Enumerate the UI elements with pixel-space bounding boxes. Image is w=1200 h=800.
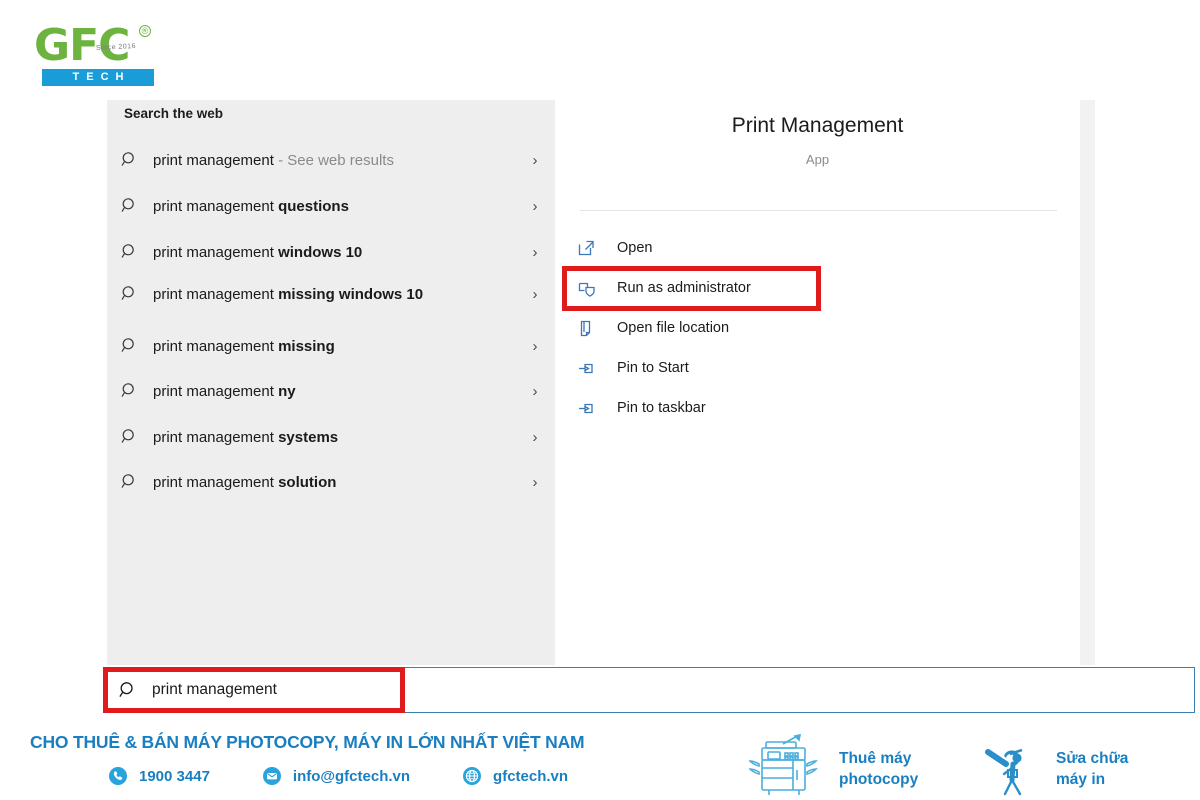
pin-icon: [555, 359, 617, 378]
footer-headline: CHO THUÊ & BÁN MÁY PHOTOCOPY, MÁY IN LỚN…: [30, 732, 585, 752]
search-result-prefix: print management: [153, 428, 279, 446]
divider: [580, 210, 1057, 211]
taskbar-search-box[interactable]: print management: [103, 667, 1195, 713]
app-action-open-file-location[interactable]: Open file location: [555, 308, 1080, 348]
search-result-label: print management windows 10: [153, 242, 515, 263]
phone-icon: [108, 766, 128, 786]
search-icon: [107, 243, 153, 261]
search-result-item[interactable]: print management windows 10 ›: [107, 232, 555, 272]
app-action-label: Pin to taskbar: [617, 400, 706, 416]
app-preview-panel: Print Management App Open Run as administ…: [555, 100, 1080, 665]
search-result-label: print management - See web results: [153, 150, 515, 171]
app-action-pin-to-start[interactable]: Pin to Start: [555, 348, 1080, 388]
app-type-label: App: [805, 152, 830, 167]
search-icon: [107, 382, 153, 400]
search-result-item[interactable]: print management - See web results ›: [107, 140, 555, 180]
mail-icon: [262, 766, 282, 786]
search-result-item[interactable]: print management ny ›: [107, 371, 555, 411]
chevron-right-icon[interactable]: ›: [515, 286, 555, 303]
search-icon: [107, 197, 153, 215]
chevron-right-icon[interactable]: ›: [515, 474, 555, 491]
copier-icon: [748, 733, 827, 800]
gfc-tech-logo: GFC ® Since 2016 TECH: [32, 24, 167, 86]
search-result-prefix: print management: [153, 382, 279, 400]
service-repair-printer-label: Sửa chữa máy in: [1056, 749, 1129, 788]
search-result-item[interactable]: print management missing windows 10 ›: [107, 268, 555, 320]
search-result-label: print management systems: [153, 427, 515, 448]
search-result-item[interactable]: print management questions ›: [107, 186, 555, 226]
search-result-label: print management ny: [153, 381, 515, 402]
chevron-right-icon[interactable]: ›: [515, 244, 555, 261]
open-external-icon: [555, 239, 617, 258]
chevron-right-icon[interactable]: ›: [515, 338, 555, 355]
search-icon: [107, 285, 153, 303]
search-icon: [107, 428, 153, 446]
search-results-panel: Search the web print management - See we…: [107, 100, 555, 665]
search-result-item[interactable]: print management solution ›: [107, 462, 555, 502]
footer-banner: CHO THUÊ & BÁN MÁY PHOTOCOPY, MÁY IN LỚN…: [0, 722, 1200, 800]
search-result-prefix: print management: [153, 243, 279, 261]
search-input-value[interactable]: print management: [152, 681, 277, 699]
service-rent-copier[interactable]: Thuê máy photocopy: [748, 733, 919, 800]
service-repair-printer[interactable]: Sửa chữa máy in: [980, 734, 1128, 800]
app-action-label: Open: [617, 240, 653, 256]
search-result-suffix: solution: [278, 473, 337, 491]
folder-location-icon: [555, 319, 617, 338]
flyout-right-edge: [1080, 100, 1095, 665]
contact-phone[interactable]: 1900 3447: [108, 766, 210, 786]
search-icon: [107, 151, 153, 169]
contact-phone-text: 1900 3447: [139, 767, 210, 785]
screenshot-root: GFC ® Since 2016 TECH Search the web pri…: [0, 0, 1200, 800]
logo-tech-badge: TECH: [42, 69, 154, 86]
pin-icon: [555, 399, 617, 418]
search-result-prefix: print management: [153, 337, 279, 355]
app-action-open[interactable]: Open: [555, 228, 1080, 268]
app-action-label: Run as administrator: [617, 280, 751, 296]
app-action-label: Open file location: [617, 320, 730, 336]
chevron-right-icon[interactable]: ›: [515, 198, 555, 215]
chevron-right-icon[interactable]: ›: [515, 429, 555, 446]
search-result-label: print management missing: [153, 336, 515, 357]
app-action-label: Pin to Start: [617, 360, 689, 376]
contact-email-text: info@gfctech.vn: [292, 767, 411, 785]
shield-icon: [555, 279, 617, 298]
chevron-right-icon[interactable]: ›: [515, 383, 555, 400]
search-result-suffix: questions: [278, 197, 349, 215]
search-result-prefix: print management: [153, 473, 279, 491]
search-result-suffix: - See web results: [273, 151, 394, 169]
footer-contact-list: 1900 3447 info@gfctech.vn gfctech.vn: [108, 766, 620, 786]
service-rent-copier-label: Thuê máy photocopy: [839, 749, 919, 788]
app-action-pin-to-taskbar[interactable]: Pin to taskbar: [555, 388, 1080, 428]
contact-email[interactable]: info@gfctech.vn: [262, 766, 410, 786]
search-result-prefix: print management: [153, 285, 279, 303]
search-result-label: print management solution: [153, 472, 515, 493]
search-result-item[interactable]: print management systems ›: [107, 417, 555, 457]
app-action-run-as-administrator[interactable]: Run as administrator: [555, 268, 1080, 308]
contact-website[interactable]: gfctech.vn: [462, 766, 568, 786]
registered-mark-icon: ®: [139, 25, 151, 37]
search-result-suffix: systems: [278, 428, 339, 446]
search-result-prefix: print management: [153, 197, 279, 215]
search-result-suffix: ny: [278, 382, 296, 400]
windows-search-flyout: Search the web print management - See we…: [107, 100, 1095, 665]
globe-icon: [462, 766, 482, 786]
search-result-suffix: windows 10: [278, 243, 363, 261]
section-header-search-the-web: Search the web: [124, 106, 224, 121]
search-icon: [104, 681, 152, 700]
page-title: Print Management: [731, 114, 904, 137]
search-result-suffix: missing windows 10: [278, 285, 424, 303]
search-icon: [107, 473, 153, 491]
search-icon: [107, 337, 153, 355]
search-result-label: print management missing windows 10: [153, 284, 515, 305]
contact-website-text: gfctech.vn: [493, 767, 569, 785]
search-result-item[interactable]: print management missing ›: [107, 326, 555, 366]
search-result-suffix: missing: [278, 337, 335, 355]
search-result-prefix: print management: [153, 151, 274, 169]
chevron-right-icon[interactable]: ›: [515, 152, 555, 169]
search-result-label: print management questions: [153, 196, 515, 217]
logo-since-text: Since 2016: [95, 42, 137, 53]
technician-wrench-icon: [980, 734, 1044, 800]
